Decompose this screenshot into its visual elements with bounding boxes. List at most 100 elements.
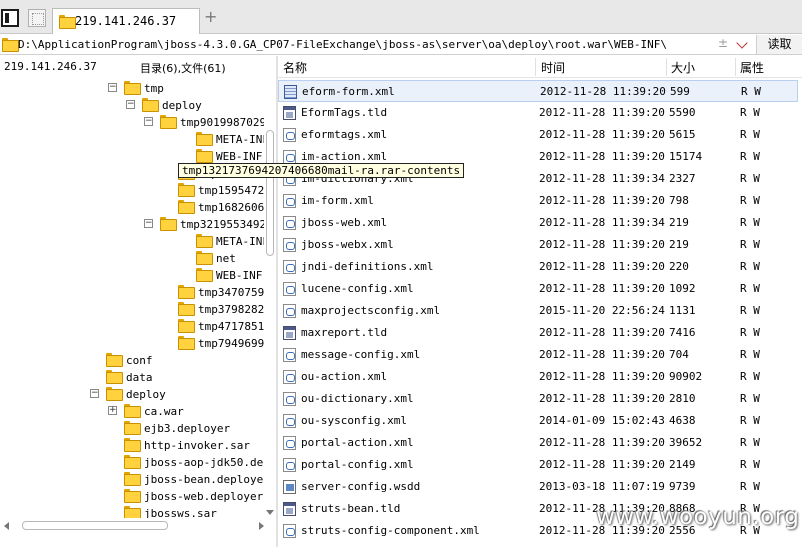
tree-node-label: jbossws.sar xyxy=(144,507,217,518)
xml-file-icon xyxy=(283,260,296,274)
file-row[interactable]: maxreport.tld 2012-11-28 11:39:20 7416 R W xyxy=(278,322,798,344)
file-row[interactable]: im-form.xml 2012-11-28 11:39:20 798 R W xyxy=(278,190,798,212)
file-date: 2012-11-28 11:39:20 xyxy=(539,106,665,119)
file-name: jboss-webx.xml xyxy=(301,238,394,251)
collapse-icon[interactable]: − xyxy=(126,100,135,109)
column-attr-header[interactable]: 属性 xyxy=(740,59,764,76)
tab-label: 219.141.246.37 xyxy=(75,14,177,28)
file-row[interactable]: eform-form.xml 2012-11-28 11:39:20 599 R W xyxy=(278,80,798,102)
file-name: message-config.xml xyxy=(301,348,421,361)
folder-icon xyxy=(178,336,195,350)
file-row[interactable]: portal-config.xml 2012-11-28 11:39:20 2149… xyxy=(278,454,798,476)
xml-file-icon xyxy=(283,392,296,406)
folder-icon xyxy=(124,438,141,452)
tree-node-label: deploy xyxy=(126,388,166,401)
folder-icon xyxy=(124,506,141,518)
file-size: 4638 xyxy=(669,414,696,427)
tree-vertical-scroll-thumb[interactable] xyxy=(266,130,274,256)
file-attributes: R W xyxy=(740,150,760,163)
file-attributes: R W xyxy=(740,458,760,471)
address-bar: ± 读取 xyxy=(0,35,802,55)
tree-node-label: tmp3219553492013 xyxy=(180,218,264,231)
file-row[interactable]: ou-sysconfig.xml 2014-01-09 15:02:43 4638 R… xyxy=(278,410,798,432)
column-size-header[interactable]: 大小 xyxy=(671,59,695,76)
file-size: 1131 xyxy=(669,304,696,317)
chevron-down-icon[interactable] xyxy=(736,37,748,49)
file-attributes: R W xyxy=(740,480,760,493)
tree-node-label: WEB-INF xyxy=(216,269,263,282)
tree-node-label: tmp4717851109271 xyxy=(198,320,264,333)
folder-icon xyxy=(178,285,195,299)
path-input[interactable] xyxy=(18,36,708,53)
column-time-header[interactable]: 时间 xyxy=(541,59,565,76)
file-row[interactable]: maxprojectsconfig.xml 2015-11-20 22:56:24… xyxy=(278,300,798,322)
file-size: 220 xyxy=(669,260,689,273)
file-row[interactable]: server-config.wsdd 2013-03-18 11:07:19 973… xyxy=(278,476,798,498)
file-name: struts-bean.tld xyxy=(301,502,401,515)
tree-node-label: tmp xyxy=(144,82,164,95)
file-size: 2149 xyxy=(669,458,696,471)
xml-file-icon xyxy=(283,282,296,296)
folder-icon xyxy=(178,183,195,197)
file-row[interactable]: ou-dictionary.xml 2012-11-28 11:39:20 2810… xyxy=(278,388,798,410)
file-row[interactable]: lucene-config.xml 2012-11-28 11:39:20 1092… xyxy=(278,278,798,300)
file-date: 2012-11-28 11:39:20 xyxy=(539,370,665,383)
file-row[interactable]: jboss-webx.xml 2012-11-28 11:39:20 219 R W xyxy=(278,234,798,256)
file-size: 39652 xyxy=(669,436,703,449)
panel-toggle-icon[interactable] xyxy=(1,9,19,27)
column-divider[interactable] xyxy=(666,58,667,76)
folder-icon xyxy=(124,455,141,469)
file-attributes: R W xyxy=(740,238,760,251)
directory-tree[interactable]: −tmp−deploy−tmp9019987029937META-INFWEB-… xyxy=(0,78,264,518)
file-row[interactable]: EformTags.tld 2012-11-28 11:39:20 5590 R W xyxy=(278,102,798,124)
file-list-header: 名称 时间 大小 属性 xyxy=(278,56,802,78)
collapse-icon[interactable]: − xyxy=(144,219,153,228)
folder-icon xyxy=(196,268,213,282)
expand-icon[interactable]: + xyxy=(108,406,117,415)
tree-header: 219.141.246.37 目录(6),文件(61) xyxy=(0,56,276,78)
collapse-icon[interactable]: − xyxy=(108,83,117,92)
folder-icon xyxy=(196,234,213,248)
file-name: jboss-web.xml xyxy=(301,216,388,229)
file-date: 2012-11-28 11:39:20 xyxy=(539,348,665,361)
folder-icon xyxy=(196,149,213,163)
xml-file-icon xyxy=(283,216,296,230)
file-attributes: R W xyxy=(740,128,760,141)
file-row[interactable]: ou-action.xml 2012-11-28 11:39:20 90902 R W xyxy=(278,366,798,388)
file-attributes: R W xyxy=(740,392,760,405)
column-divider[interactable] xyxy=(535,58,536,76)
up-directory-button[interactable]: ± xyxy=(718,36,728,50)
column-divider[interactable] xyxy=(735,58,736,76)
collapse-icon[interactable]: − xyxy=(90,389,99,398)
xml-file-icon xyxy=(283,128,296,142)
collapse-icon[interactable]: − xyxy=(144,117,153,126)
tree-horizontal-scroll-thumb[interactable] xyxy=(22,521,168,530)
file-row[interactable]: jndi-definitions.xml 2012-11-28 11:39:20 2… xyxy=(278,256,798,278)
column-name-header[interactable]: 名称 xyxy=(283,59,307,76)
tree-node-label: META-INF xyxy=(216,235,264,248)
file-date: 2012-11-28 11:39:20 xyxy=(539,238,665,251)
file-row[interactable]: message-config.xml 2012-11-28 11:39:20 704… xyxy=(278,344,798,366)
file-date: 2012-11-28 11:39:20 xyxy=(539,150,665,163)
folder-icon xyxy=(59,15,76,29)
tree-node-label: tmp3798282982188 xyxy=(198,303,264,316)
folder-icon xyxy=(178,319,195,333)
file-name: maxprojectsconfig.xml xyxy=(301,304,441,317)
tab-host[interactable]: 219.141.246.37 xyxy=(52,8,200,34)
scroll-right-arrow-icon[interactable] xyxy=(259,522,264,530)
file-attributes: R W xyxy=(740,282,760,295)
file-name: im-form.xml xyxy=(301,194,374,207)
file-row[interactable]: portal-action.xml 2012-11-28 11:39:20 3965… xyxy=(278,432,798,454)
xml-file-icon xyxy=(283,436,296,450)
read-button[interactable]: 读取 xyxy=(756,35,802,54)
file-size: 219 xyxy=(669,238,689,251)
file-row[interactable]: jboss-web.xml 2012-11-28 11:39:34 219 R W xyxy=(278,212,798,234)
file-row[interactable]: eformtags.xml 2012-11-28 11:39:20 5615 R W xyxy=(278,124,798,146)
new-window-icon[interactable] xyxy=(28,9,46,27)
tld-file-icon xyxy=(283,106,296,120)
scroll-left-arrow-icon[interactable] xyxy=(4,522,9,530)
file-list[interactable]: eform-form.xml 2012-11-28 11:39:20 599 R WE… xyxy=(278,80,802,547)
add-tab-button[interactable]: + xyxy=(204,9,217,25)
scroll-down-arrow-icon[interactable] xyxy=(266,510,274,515)
folder-icon xyxy=(142,98,159,112)
